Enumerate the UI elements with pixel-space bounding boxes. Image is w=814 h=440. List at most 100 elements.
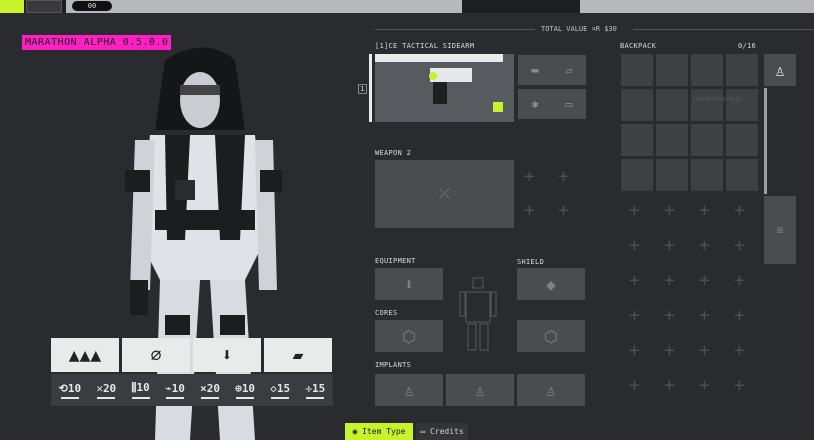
backpack-label: BACKPACK (620, 42, 657, 50)
attachment-slot-chip[interactable]: ✱ (518, 89, 552, 119)
weapon-1-index: [1] (375, 42, 389, 50)
ability-card-4[interactable]: ▰ (264, 338, 332, 372)
ability-icon-1: ▲▲▲ (68, 344, 102, 366)
attachment-slot-optic[interactable]: ▭ (552, 89, 586, 119)
stat-value: 15 (312, 381, 326, 395)
backpack-cell[interactable] (656, 54, 688, 86)
implant-slot-2[interactable]: ♙ (446, 374, 514, 406)
stat-1: ⟲10 (59, 382, 81, 399)
core-slot-2[interactable]: ⬡ (517, 320, 585, 352)
shield-slot[interactable]: ◆ (517, 268, 585, 300)
barrel-icon: ▬ (531, 63, 539, 77)
backpack-cell[interactable] (691, 124, 723, 156)
backpack-cell[interactable] (621, 159, 653, 191)
backpack-cell[interactable] (726, 159, 758, 191)
cores-label: CORES (375, 309, 398, 317)
tab-credits[interactable]: ▭ Credits (416, 423, 468, 440)
attachment-slot-barrel[interactable]: ▬ (518, 55, 552, 85)
weapon-1-name: CE TACTICAL SIDEARM (388, 42, 475, 50)
scrollbar[interactable] (764, 88, 767, 194)
equipment-icon: ⬇ (404, 274, 414, 294)
equipment-slot[interactable]: ⬇ (375, 268, 443, 300)
stat-icon: ✕ (96, 381, 103, 395)
stat-value: 15 (276, 381, 291, 395)
shield-icon: ◆ (546, 274, 556, 294)
stat-2: ✕20 (96, 382, 116, 399)
collapse-button[interactable]: ≋ (764, 196, 796, 264)
ability-icon-3: ⬇ (221, 344, 233, 366)
backpack-id: F8974077A4679549 (693, 97, 742, 103)
backpack-cell[interactable] (691, 159, 723, 191)
divider (633, 29, 813, 30)
backpack-cell[interactable] (621, 124, 653, 156)
tab-item-type[interactable]: ◉ Item Type (345, 423, 413, 440)
stat-5: ×20 (200, 382, 220, 399)
stats-row: ⟲10 ✕20 ⫼10 ⌁10 ×20 ⊕10 ◇15 ✛15 (51, 374, 333, 406)
tab-label: Credits (429, 427, 464, 436)
top-panel (66, 0, 462, 13)
stat-value: 20 (206, 381, 220, 395)
ability-card-1[interactable]: ▲▲▲ (51, 338, 119, 372)
total-value: TOTAL VALUE ¤R $30 (541, 25, 617, 33)
weapon-placeholder-icon: ⤫ (438, 186, 451, 202)
magazine-icon: ▱ (565, 63, 573, 77)
backpack-cell[interactable] (656, 89, 688, 121)
tab-label: Item Type (362, 427, 406, 436)
character-tab-button[interactable]: ♙ (764, 54, 796, 86)
avatar[interactable] (26, 0, 62, 13)
weapon-1-header-strip (375, 54, 503, 62)
core-icon: ⬡ (544, 326, 558, 346)
implant-slot-3[interactable]: ♙ (517, 374, 585, 406)
backpack-cell[interactable] (726, 54, 758, 86)
credits-icon: ▭ (420, 427, 430, 436)
shield-label: SHIELD (517, 258, 545, 266)
stat-icon: ⟲ (58, 381, 68, 395)
body-silhouette-icon (459, 277, 497, 351)
backpack-cell[interactable] (621, 89, 653, 121)
backpack-cell[interactable] (726, 89, 758, 121)
stat-4: ⌁10 (165, 382, 185, 399)
stat-icon: × (200, 381, 207, 395)
chevron-icon: ≋ (776, 223, 784, 237)
stat-value: 10 (136, 381, 150, 394)
stat-icon: ⌁ (164, 381, 172, 395)
core-slot-1[interactable]: ⬡ (375, 320, 443, 352)
stat-8: ✛15 (305, 382, 325, 399)
implant-icon: ♙ (546, 380, 556, 400)
equipment-label: EQUIPMENT (375, 257, 416, 265)
divider (375, 29, 535, 30)
chip-icon: ✱ (531, 97, 539, 111)
ability-icon-2: ⌀ (150, 344, 162, 366)
level-pill: 00 (72, 1, 112, 11)
backpack-count: 0/16 (738, 42, 757, 50)
backpack-cell[interactable] (726, 124, 758, 156)
stat-value: 10 (171, 381, 185, 395)
attachment-slot-mag[interactable]: ▱ (552, 55, 586, 85)
core-icon: ⬡ (402, 326, 416, 346)
optic-icon: ▭ (565, 97, 573, 111)
backpack-cell[interactable] (656, 159, 688, 191)
ability-card-3[interactable]: ⬇ (193, 338, 261, 372)
status-corner (0, 0, 24, 13)
stat-value: 10 (241, 381, 256, 395)
stat-6: ⊕10 (235, 382, 255, 399)
weapon-1-side-index: 1 (358, 84, 367, 94)
ability-icon-4: ▰ (292, 344, 304, 366)
backpack-cell[interactable] (656, 124, 688, 156)
ability-card-2[interactable]: ⌀ (122, 338, 190, 372)
implant-slot-1[interactable]: ♙ (375, 374, 443, 406)
backpack-cell[interactable] (691, 54, 723, 86)
weapon-1-title: [1]CE TACTICAL SIDEARM (375, 42, 474, 50)
weapon-2-label: WEAPON 2 (375, 149, 412, 157)
backpack-cell[interactable] (691, 89, 723, 121)
eye-icon: ◉ (352, 427, 363, 436)
implants-label: IMPLANTS (375, 361, 412, 369)
stat-icon: ◇ (270, 381, 277, 395)
implant-icon: ♙ (404, 380, 414, 400)
weapon-1-slot[interactable] (375, 54, 514, 122)
weapon-2-slot[interactable]: ⤫ (375, 160, 514, 228)
top-right-tab[interactable] (580, 0, 814, 13)
backpack-cell[interactable] (621, 54, 653, 86)
stat-7: ◇15 (270, 382, 290, 399)
stat-value: 20 (102, 381, 117, 395)
